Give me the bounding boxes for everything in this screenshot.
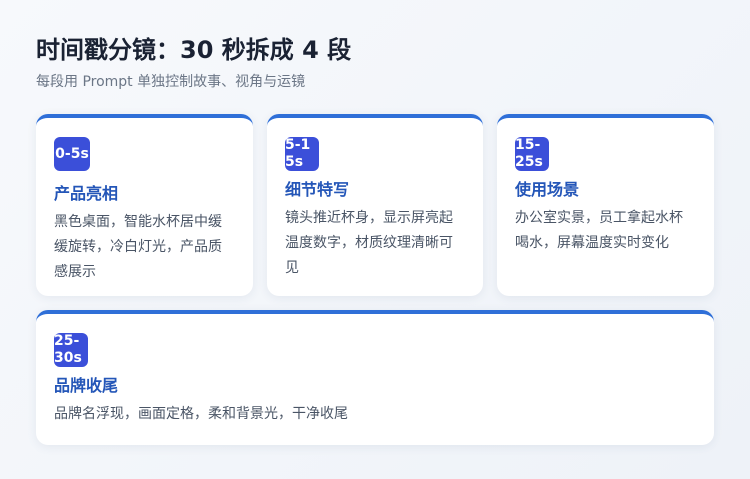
time-badge: 15-25s [515, 137, 549, 171]
segment-title: 产品亮相 [54, 184, 119, 203]
time-badge: 5-15s [285, 137, 319, 171]
segment-description: 办公室实景，员工拿起水杯喝水，屏幕温度实时变化 [515, 210, 683, 251]
page-subtitle: 每段用 Prompt 单独控制故事、视角与运镜 [36, 74, 306, 90]
segment-description: 品牌名浮现，画面定格，柔和背景光，干净收尾 [54, 406, 348, 422]
segment-card-4: 25-30s 品牌收尾 品牌名浮现，画面定格，柔和背景光，干净收尾 [36, 310, 714, 445]
segment-card-3: 15-25s 使用场景 办公室实景，员工拿起水杯喝水，屏幕温度实时变化 [497, 114, 714, 296]
segment-description: 镜头推近杯身，显示屏亮起温度数字，材质纹理清晰可见 [285, 210, 453, 276]
segment-card-2: 5-15s 细节特写 镜头推近杯身，显示屏亮起温度数字，材质纹理清晰可见 [267, 114, 483, 296]
time-badge: 0-5s [54, 137, 90, 171]
time-badge: 25-30s [54, 333, 88, 367]
page-header: 时间戳分镜：30 秒拆成 4 段 每段用 Prompt 单独控制故事、视角与运镜 [36, 34, 351, 92]
segment-description: 黑色桌面，智能水杯居中缓缓旋转，冷白灯光，产品质感展示 [54, 214, 222, 280]
page-title: 时间戳分镜：30 秒拆成 4 段 [36, 36, 352, 64]
segment-title: 品牌收尾 [54, 376, 119, 395]
segment-title: 使用场景 [515, 180, 580, 199]
segment-title: 细节特写 [285, 180, 350, 199]
segment-card-1: 0-5s 产品亮相 黑色桌面，智能水杯居中缓缓旋转，冷白灯光，产品质感展示 [36, 114, 253, 296]
